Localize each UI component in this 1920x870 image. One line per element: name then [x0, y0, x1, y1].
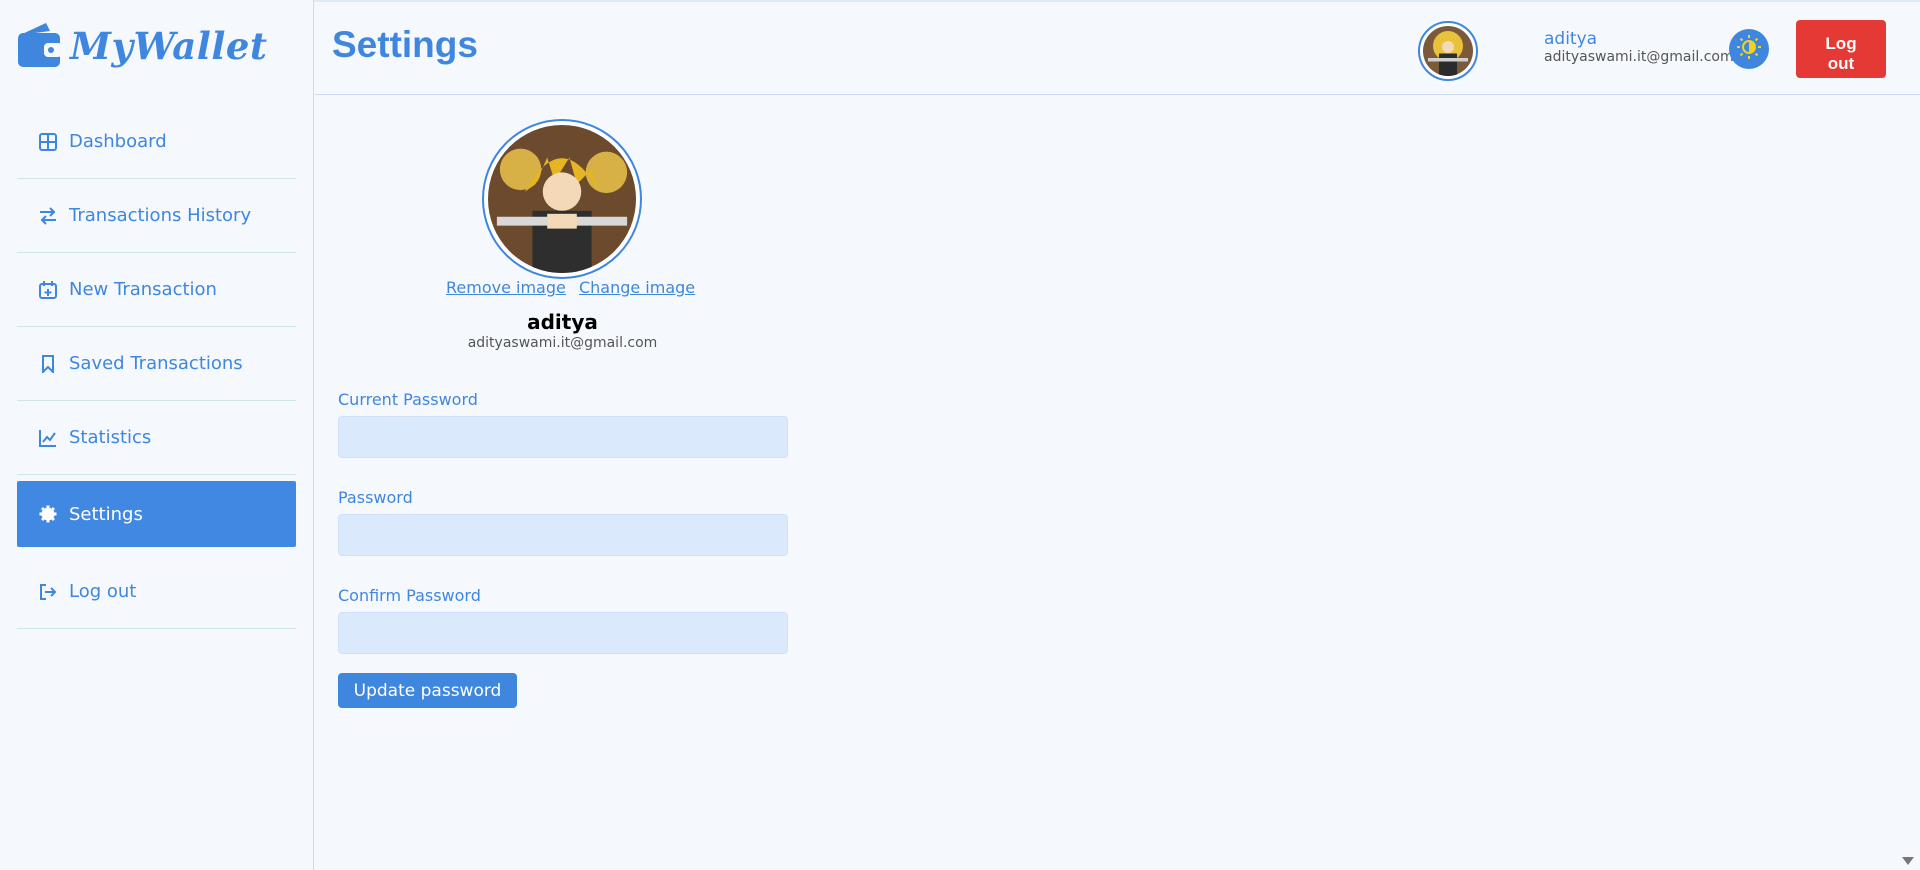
gear-icon — [39, 505, 57, 523]
sidebar-item-log-out[interactable]: Log out — [17, 555, 296, 629]
page-title: Settings — [332, 24, 478, 65]
theme-toggle-button[interactable] — [1729, 29, 1769, 69]
sidebar-item-label: Log out — [69, 581, 137, 602]
profile-avatar — [482, 119, 642, 279]
header-logout-button[interactable]: Log out — [1796, 20, 1886, 78]
sidebar-item-settings[interactable]: Settings — [17, 481, 296, 547]
sun-icon — [1736, 34, 1762, 64]
wallet-icon — [16, 21, 64, 71]
page-header: Settings aditya adityaswami.it@gmail.com… — [315, 2, 1920, 95]
sidebar-item-label: Transactions History — [69, 205, 252, 226]
brand-logo[interactable]: MyWallet — [16, 16, 268, 76]
password-field[interactable] — [338, 514, 788, 556]
confirm-password-label: Confirm Password — [338, 586, 481, 605]
sidebar-item-label: New Transaction — [69, 279, 217, 300]
sidebar-item-label: Statistics — [69, 427, 152, 448]
change-image-link[interactable]: Change image — [579, 278, 695, 297]
password-form: Current Password Password Confirm Passwo… — [338, 390, 788, 684]
update-password-button[interactable]: Update password — [338, 673, 517, 708]
profile-name: aditya — [527, 310, 598, 334]
sidebar-item-label: Saved Transactions — [69, 353, 243, 374]
sidebar-item-label: Dashboard — [69, 131, 167, 152]
user-email: adityaswami.it@gmail.com — [1544, 49, 1734, 65]
profile-email: adityaswami.it@gmail.com — [467, 335, 658, 351]
image-actions: Remove image Change image — [446, 278, 703, 297]
sidebar-item-transactions-history[interactable]: Transactions History — [17, 179, 296, 253]
current-password-field[interactable] — [338, 416, 788, 458]
header-avatar[interactable] — [1418, 21, 1478, 81]
sign-out-icon — [39, 583, 57, 601]
bookmark-icon — [39, 354, 57, 374]
grid-icon — [39, 132, 57, 151]
sidebar-item-statistics[interactable]: Statistics — [17, 401, 296, 475]
current-password-label: Current Password — [338, 390, 478, 409]
user-info: aditya adityaswami.it@gmail.com — [1544, 29, 1734, 66]
arrows-exchange-icon — [39, 206, 57, 225]
sidebar-nav: Dashboard Transactions History New Trans… — [17, 105, 296, 629]
user-name: aditya — [1544, 29, 1598, 49]
sidebar-item-dashboard[interactable]: Dashboard — [17, 105, 296, 179]
sidebar-item-saved-transactions[interactable]: Saved Transactions — [17, 327, 296, 401]
scroll-down-arrow[interactable] — [1902, 857, 1914, 865]
password-label: Password — [338, 488, 413, 507]
brand-name: MyWallet — [70, 24, 268, 68]
sidebar-item-new-transaction[interactable]: New Transaction — [17, 253, 296, 327]
chart-line-icon — [39, 429, 57, 447]
sidebar-item-label: Settings — [69, 503, 143, 525]
confirm-password-field[interactable] — [338, 612, 788, 654]
sidebar: MyWallet Dashboard Transactions History … — [0, 0, 314, 870]
calendar-plus-icon — [39, 280, 57, 299]
remove-image-link[interactable]: Remove image — [446, 278, 566, 297]
